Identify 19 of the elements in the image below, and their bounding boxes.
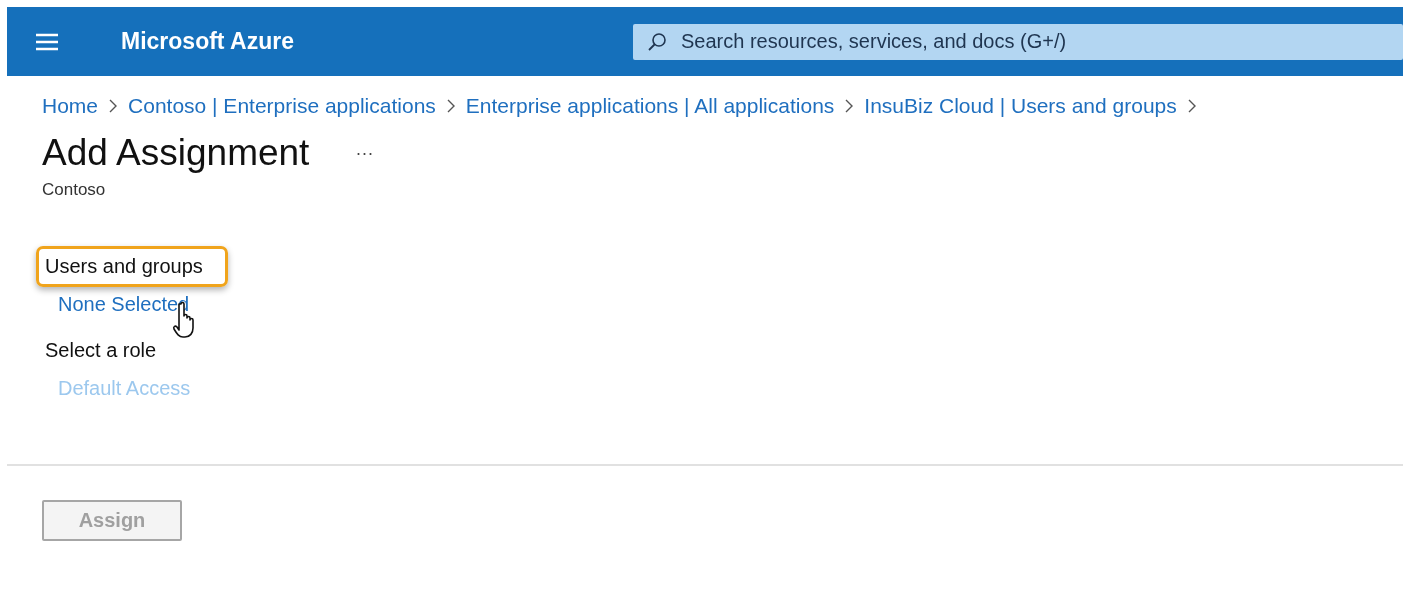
breadcrumb-link[interactable]: Contoso | Enterprise applications (128, 94, 436, 118)
search-icon (647, 31, 667, 52)
search-field[interactable]: Search resources, services, and docs (G+/) (633, 23, 1403, 60)
chevron-icon (108, 98, 119, 114)
breadcrumb-link[interactable]: InsuBiz Cloud | Users and groups (864, 94, 1177, 118)
more-button[interactable]: ··· (351, 142, 378, 164)
chevron-icon (1186, 98, 1197, 114)
breadcrumb-link[interactable]: Home (42, 94, 99, 118)
field-label: Users and groups (36, 246, 228, 287)
page-subtitle: Contoso (42, 180, 107, 200)
field-label: Select a role (44, 338, 158, 363)
breadcrumb-link[interactable]: Enterprise applications | All applications (465, 94, 835, 118)
app-title: Microsoft Azure (121, 28, 295, 55)
page-title: Add Assignment (42, 132, 310, 174)
chevron-icon (844, 98, 855, 114)
menu-icon[interactable] (35, 32, 59, 51)
selection-link[interactable]: None Selected (58, 293, 190, 315)
chevron-icon (445, 98, 456, 114)
search-input[interactable]: Search resources, services, and docs (G+/) (679, 29, 1403, 54)
